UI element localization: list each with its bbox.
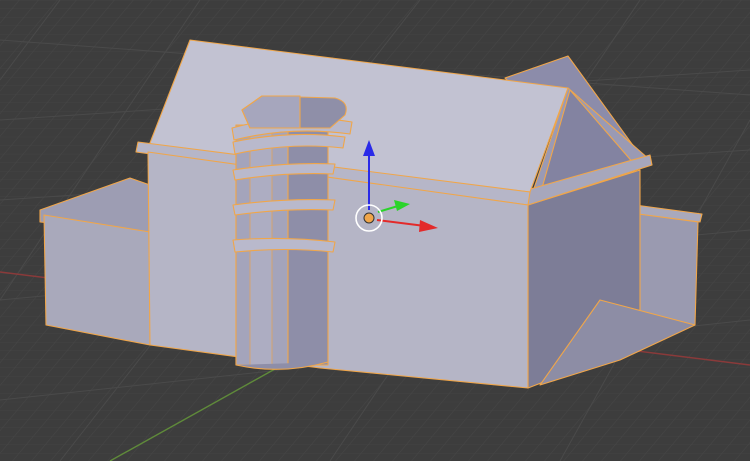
object-origin-icon[interactable] [363, 212, 375, 224]
3d-viewport[interactable] [0, 0, 750, 461]
viewport-canvas[interactable] [0, 0, 750, 461]
left-annex-wall [43, 214, 151, 346]
